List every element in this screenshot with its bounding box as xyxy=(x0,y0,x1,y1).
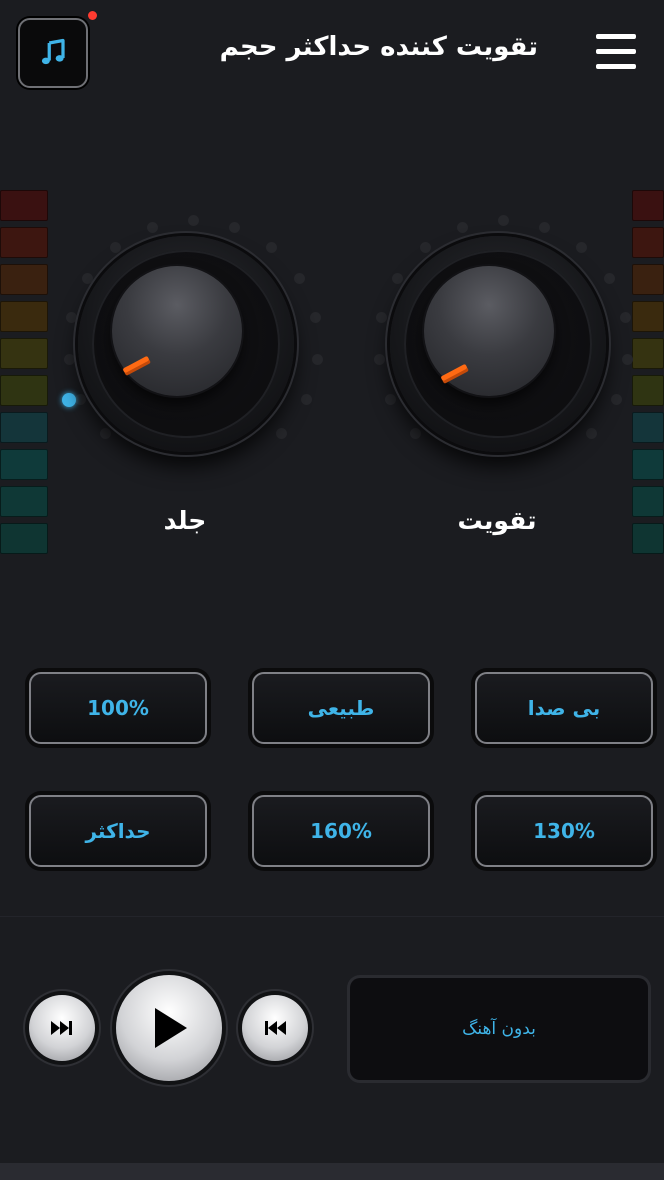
volume-active-indicator xyxy=(62,393,76,407)
left-level-meter xyxy=(0,188,48,560)
scale-dot xyxy=(66,312,78,324)
scale-dot xyxy=(293,273,305,285)
scale-dot xyxy=(539,222,551,233)
scale-dot xyxy=(309,312,321,324)
scale-dot xyxy=(603,273,615,285)
boost-knob[interactable] xyxy=(390,236,606,452)
scale-dot xyxy=(63,353,75,365)
fast-forward-icon xyxy=(51,1021,72,1035)
scale-dot xyxy=(110,242,122,254)
preset-130-button[interactable]: 130% xyxy=(475,795,653,867)
scale-dot xyxy=(300,394,312,406)
scale-dot xyxy=(385,394,397,406)
meter-segment xyxy=(632,486,664,517)
section-divider xyxy=(0,916,664,917)
meter-segment xyxy=(0,523,48,554)
scale-dot xyxy=(586,428,598,440)
meter-segment xyxy=(0,227,48,258)
scale-dot xyxy=(575,242,587,254)
scale-dot xyxy=(75,394,87,406)
boost-knob-label: تقویت xyxy=(457,506,537,535)
volume-knob-label: جلد xyxy=(163,506,207,535)
meter-segment xyxy=(0,449,48,480)
scale-dot xyxy=(409,428,421,440)
meter-segment xyxy=(0,412,48,443)
meter-segment xyxy=(0,301,48,332)
scale-dot xyxy=(622,353,634,365)
preset-100-button[interactable]: 100% xyxy=(29,672,207,744)
scale-dot xyxy=(229,222,241,233)
scale-dot xyxy=(188,215,199,226)
scale-dot xyxy=(392,273,404,285)
scale-dot xyxy=(373,353,385,365)
preset-normal-button[interactable]: طبیعی xyxy=(252,672,430,744)
scale-dot xyxy=(146,222,158,233)
music-note-icon xyxy=(41,38,65,65)
now-playing-box[interactable]: بدون آهنگ xyxy=(350,978,648,1080)
play-button[interactable] xyxy=(116,975,222,1081)
fast-forward-button[interactable] xyxy=(29,995,95,1061)
play-icon xyxy=(155,1008,187,1048)
scale-dot xyxy=(312,353,324,365)
preset-160-button[interactable]: 160% xyxy=(252,795,430,867)
bottom-bar xyxy=(0,1163,664,1180)
meter-segment xyxy=(0,486,48,517)
scale-dot xyxy=(610,394,622,406)
scale-dot xyxy=(498,215,509,226)
scale-dot xyxy=(276,428,288,440)
scale-dot xyxy=(99,428,111,440)
rewind-icon xyxy=(265,1021,286,1035)
scale-dot xyxy=(82,273,94,285)
volume-knob[interactable] xyxy=(78,236,294,452)
preset-max-button[interactable]: حداکثر xyxy=(29,795,207,867)
hamburger-menu-icon[interactable] xyxy=(592,32,638,72)
meter-segment xyxy=(0,190,48,221)
notification-dot xyxy=(88,11,97,20)
scale-dot xyxy=(619,312,631,324)
preset-mute-button[interactable]: بی صدا xyxy=(475,672,653,744)
scale-dot xyxy=(456,222,468,233)
app-title: تقویت کننده حداکثر حجم xyxy=(219,32,538,62)
scale-dot xyxy=(420,242,432,254)
rewind-button[interactable] xyxy=(242,995,308,1061)
meter-segment xyxy=(632,523,664,554)
music-library-button[interactable] xyxy=(18,18,88,88)
meter-segment xyxy=(0,264,48,295)
meter-segment xyxy=(0,338,48,369)
track-name: بدون آهنگ xyxy=(462,1019,536,1039)
meter-segment xyxy=(0,375,48,406)
scale-dot xyxy=(376,312,388,324)
scale-dot xyxy=(265,242,277,254)
